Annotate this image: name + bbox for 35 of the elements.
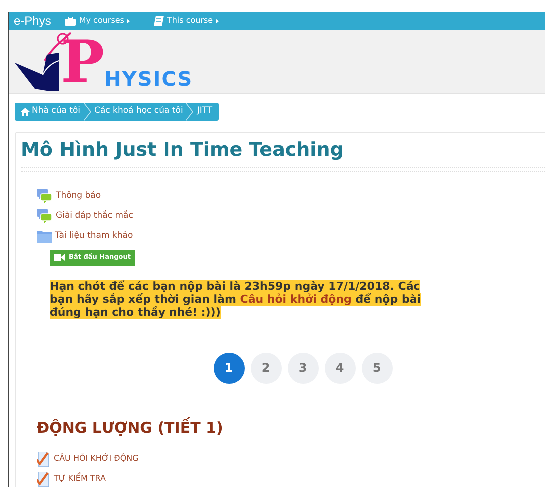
section-heading: ĐỘNG LƯỢNG (TIẾT 1) <box>37 416 224 438</box>
page-button[interactable]: 5 <box>362 352 392 384</box>
chevron-separator-icon <box>186 102 194 120</box>
quiz-check-icon <box>37 472 51 486</box>
quiz-link[interactable]: CÂU HỎI KHỞI ĐỘNG <box>54 453 139 465</box>
home-icon <box>21 108 30 116</box>
chevron-separator-icon <box>84 102 92 120</box>
breadcrumb-link[interactable]: Nhà của tôi <box>20 105 82 118</box>
notice-link[interactable]: Câu hỏi khởi động <box>240 292 352 306</box>
logo-initial: P <box>61 32 105 90</box>
page-button[interactable]: 2 <box>250 352 282 384</box>
activity-link[interactable]: Thông báo <box>56 190 102 203</box>
caret-icon <box>216 18 220 24</box>
quiz-link[interactable]: TỰ KIỂM TRA <box>54 473 106 485</box>
video-camera-icon <box>54 254 65 261</box>
chat-bubbles-icon <box>37 209 53 224</box>
deadline-notice: Hạn chót để các bạn nộp bài là 23h59p ngày 17/1/2018. Các bạn hãy sắp xếp thời gian làm Câu hỏi khởi động để nộp bài đúng hạn cho thầy nhé! :))) <box>50 280 422 318</box>
page-button[interactable]: 3 <box>288 352 318 384</box>
page-title: Mô Hình Just In Time Teaching <box>21 138 345 162</box>
activity-link[interactable]: Giải đáp thắc mắc <box>56 210 134 223</box>
quiz-check-icon <box>37 452 51 466</box>
page-button[interactable]: 4 <box>324 352 356 384</box>
briefcase-icon <box>65 16 76 26</box>
breadcrumb-link[interactable]: JITT <box>196 105 214 118</box>
book-icon <box>154 16 164 26</box>
chat-bubbles-icon <box>37 189 53 204</box>
brand-link[interactable]: e-Phys <box>14 12 52 30</box>
breadcrumb-link[interactable]: Các khoá học của tôi <box>94 105 184 118</box>
page-button[interactable]: 1 <box>214 352 244 384</box>
menu-link[interactable]: This course <box>154 15 220 27</box>
menu-link[interactable]: My courses <box>65 15 130 27</box>
activity-link[interactable]: Tài liệu tham khảo <box>55 230 134 243</box>
caret-icon <box>127 18 130 24</box>
folder-icon <box>37 230 52 243</box>
logo-text: HYSICS <box>104 68 194 90</box>
